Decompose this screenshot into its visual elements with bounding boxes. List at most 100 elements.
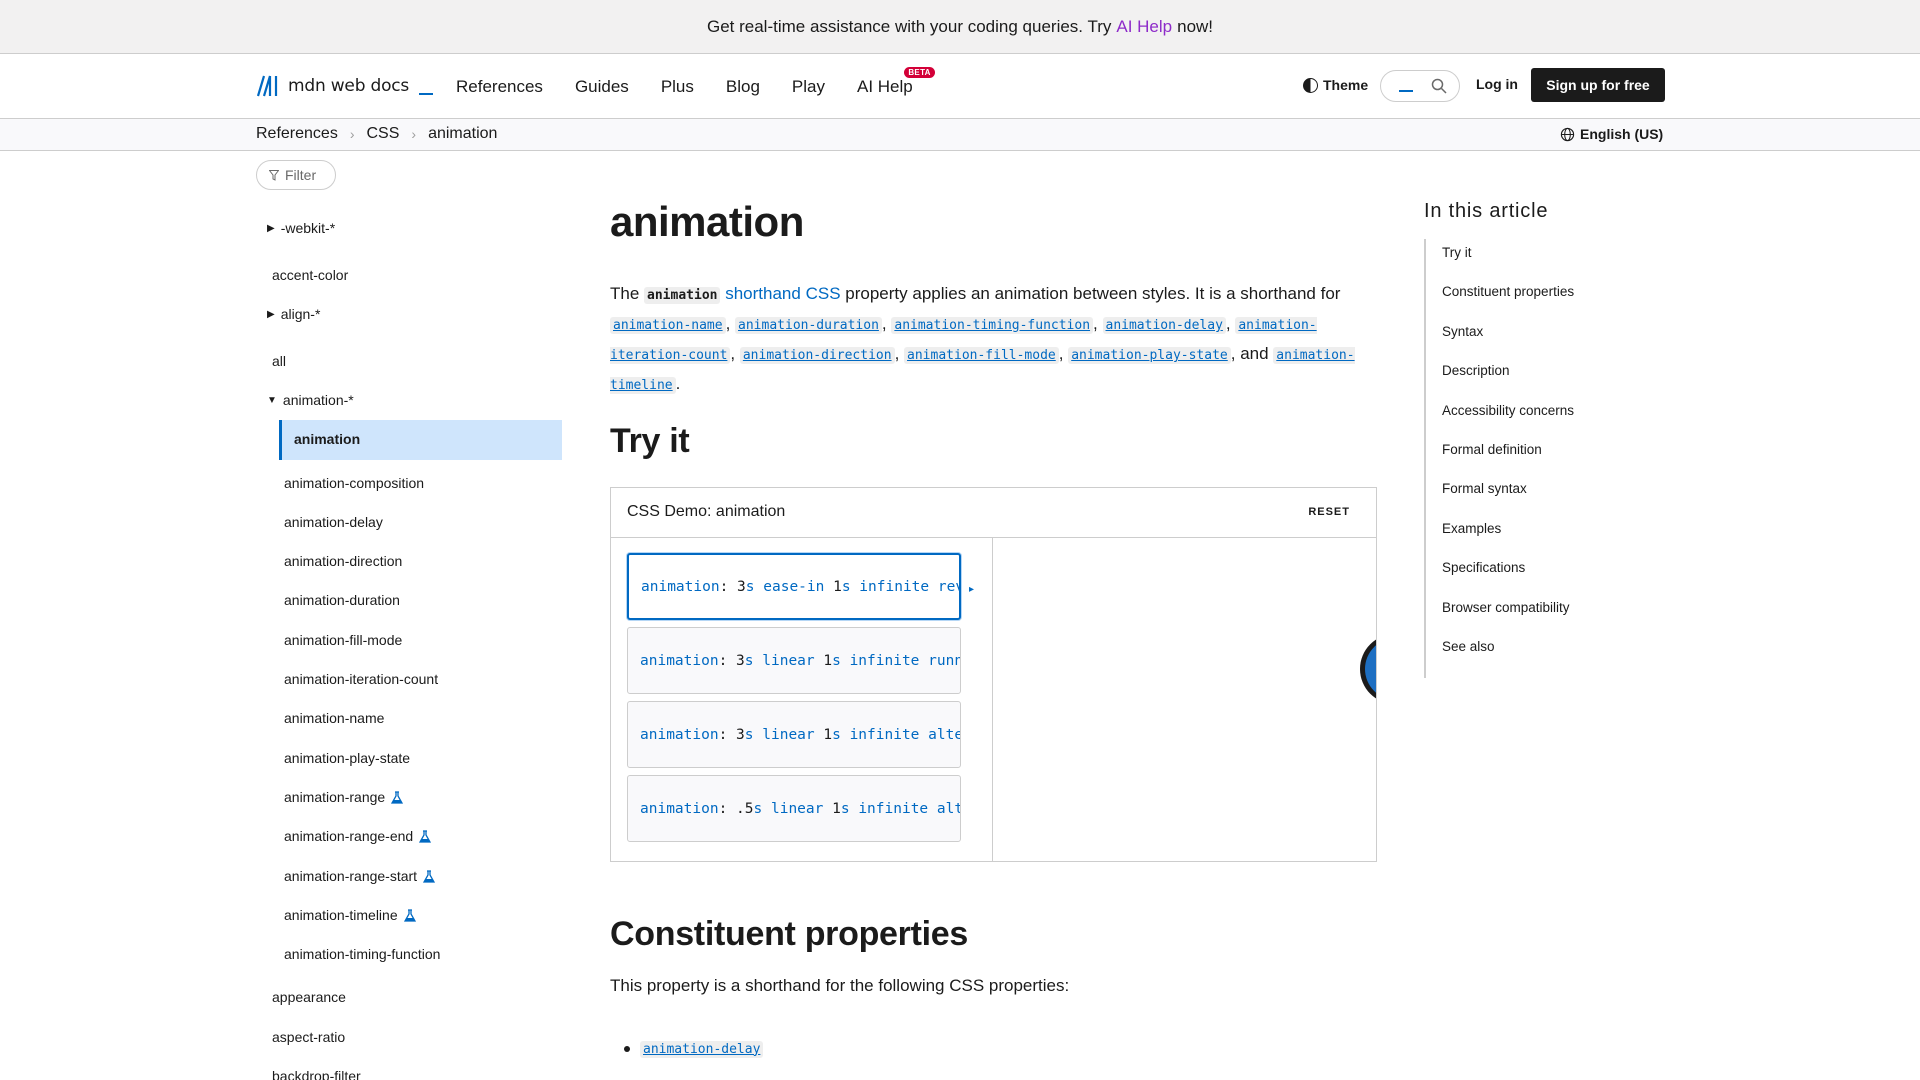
breadcrumb-animation[interactable]: animation (428, 125, 497, 143)
search-cursor (1399, 90, 1413, 92)
sidebar-item-animation-group[interactable]: ▼ animation-* (267, 392, 354, 408)
choice-unit: s (832, 652, 841, 669)
sidebar-item-animation-direction[interactable]: animation-direction (284, 553, 402, 569)
toc-item-browser-compatibility[interactable]: Browser compatibility (1426, 600, 1624, 639)
nav-plus[interactable]: Plus (645, 77, 710, 97)
sidebar-item-animation-timeline[interactable]: animation-timeline (284, 907, 416, 923)
mdn-logo[interactable]: mdn web docs (256, 74, 434, 98)
link-animation-name[interactable]: animation-name (610, 317, 726, 334)
sidebar-item-all[interactable]: all (272, 353, 286, 369)
choice-num: 3 (736, 652, 745, 669)
sidebar-item-animation-range[interactable]: animation-range (284, 789, 404, 805)
sidebar-item-label: animation-range (284, 789, 386, 805)
nav-guides[interactable]: Guides (559, 77, 645, 97)
sidebar-item-animation-iteration-count[interactable]: animation-iteration-count (284, 671, 438, 687)
sidebar-item-animation-delay[interactable]: animation-delay (284, 514, 383, 530)
animated-ball (1360, 634, 1376, 704)
theme-switcher[interactable]: Theme (1303, 77, 1368, 93)
choice-fn: linear (762, 726, 815, 743)
sidebar-item-label: backdrop-filter (272, 1068, 361, 1080)
toc-item-accessibility[interactable]: Accessibility concerns (1426, 403, 1624, 442)
sidebar-item-animation-composition[interactable]: animation-composition (284, 475, 424, 491)
link-animation-delay[interactable]: animation-delay (1102, 317, 1226, 334)
sidebar-item-animation-range-start[interactable]: animation-range-start (284, 868, 436, 884)
demo-choice-1[interactable]: animation: 3s ease-in 1s infinite revers… (627, 553, 961, 620)
sidebar-item-label: animation (294, 431, 361, 447)
sidebar-item-animation[interactable]: animation (294, 431, 360, 447)
css-link[interactable]: CSS (806, 284, 841, 303)
reset-button[interactable]: RESET (1308, 506, 1350, 518)
choice-prop: animation (641, 578, 720, 595)
demo-choice-3[interactable]: animation: 3s linear 1s infinite alterna… (627, 701, 961, 768)
link-animation-play-state[interactable]: animation-play-state (1068, 347, 1231, 364)
choice-num: 3 (737, 578, 746, 595)
toc-item-specifications[interactable]: Specifications (1426, 560, 1624, 599)
demo-choice-2[interactable]: animation: 3s linear 1s infinite running… (627, 627, 961, 694)
choice-prop: animation (640, 726, 719, 743)
sidebar-item-animation-play-state[interactable]: animation-play-state (284, 750, 410, 766)
sidebar-item-animation-name[interactable]: animation-name (284, 710, 384, 726)
link-animation-duration[interactable]: animation-duration (735, 317, 882, 334)
choice-num: 3 (736, 726, 745, 743)
logo-underscore (419, 93, 434, 95)
css-demo-panel: CSS Demo: animation RESET animation: 3s … (610, 487, 1377, 862)
toc-item-formal-syntax[interactable]: Formal syntax (1426, 481, 1624, 520)
caret-right-icon: ▶ (267, 222, 275, 234)
signup-button[interactable]: Sign up for free (1531, 68, 1665, 102)
search-input[interactable] (1380, 70, 1460, 102)
breadcrumb-references[interactable]: References (256, 125, 338, 143)
sidebar-item-animation-duration[interactable]: animation-duration (284, 592, 400, 608)
link-animation-direction[interactable]: animation-direction (739, 347, 895, 364)
demo-output (994, 538, 1376, 861)
beta-badge: BETA (904, 66, 935, 78)
choice-colon: : (718, 652, 737, 669)
sidebar-item-label: animation-timing-function (284, 946, 441, 962)
sidebar-item-label: -webkit-* (280, 220, 336, 236)
language-selector[interactable]: English (US) (1560, 126, 1663, 142)
sidebar-item-backdrop-filter[interactable]: backdrop-filter (272, 1068, 361, 1080)
nav-play[interactable]: Play (776, 77, 841, 97)
search-icon[interactable] (1431, 78, 1447, 94)
sidebar-filter-input[interactable]: Filter (256, 160, 336, 190)
sidebar-item-label: animation-delay (284, 514, 383, 530)
toc-item-formal-definition[interactable]: Formal definition (1426, 442, 1624, 481)
nav-ai-help[interactable]: AI Help BETA (841, 66, 935, 97)
link-animation-timing-function[interactable]: animation-timing-function (891, 317, 1094, 334)
sidebar-item-animation-timing-function[interactable]: animation-timing-function (284, 946, 440, 962)
sidebar-item-appearance[interactable]: appearance (272, 989, 346, 1005)
nav-references[interactable]: References (440, 77, 559, 97)
sidebar-item-align[interactable]: ▶ align-* (267, 306, 320, 322)
choice-unit: s (744, 726, 754, 743)
toc-item-examples[interactable]: Examples (1426, 521, 1624, 560)
choice-rest: infinite running slidein (849, 652, 960, 669)
demo-header: CSS Demo: animation RESET (611, 488, 1376, 538)
breadcrumb-css[interactable]: CSS (367, 125, 400, 143)
demo-choice-4[interactable]: animation: .5s linear 1s infinite altern… (627, 775, 961, 842)
sidebar-item-label: animation-range-end (284, 828, 414, 844)
link-animation-delay-bullet[interactable]: animation-delay (640, 1040, 764, 1058)
mdn-logo-icon (256, 75, 278, 97)
main-nav: References Guides Plus Blog Play AI Help… (440, 54, 935, 119)
toc-item-constituent-properties[interactable]: Constituent properties (1426, 284, 1624, 323)
sidebar-item-webkit[interactable]: ▶ -webkit-* (267, 220, 335, 236)
sidebar-item-label: animation-iteration-count (284, 671, 439, 687)
login-link[interactable]: Log in (1476, 76, 1518, 92)
shorthand-link[interactable]: shorthand (725, 284, 801, 303)
link-animation-fill-mode[interactable]: animation-fill-mode (904, 347, 1059, 364)
sidebar-item-label: animation-* (282, 392, 354, 408)
toc-item-description[interactable]: Description (1426, 363, 1624, 402)
choice-unit: s (753, 800, 763, 817)
toc-item-try-it[interactable]: Try it (1426, 245, 1624, 284)
ai-help-link[interactable]: AI Help (1116, 17, 1172, 37)
list-item: animation-delay (624, 1032, 764, 1066)
choice-rest: infinite alternate slidein (849, 726, 961, 743)
sidebar-item-animation-fill-mode[interactable]: animation-fill-mode (284, 632, 402, 648)
sidebar-item-label: aspect-ratio (272, 1029, 346, 1045)
try-it-heading: Try it (610, 422, 690, 460)
toc-item-syntax[interactable]: Syntax (1426, 324, 1624, 363)
sidebar-item-accent-color[interactable]: accent-color (272, 267, 348, 283)
sidebar-item-animation-range-end[interactable]: animation-range-end (284, 828, 432, 844)
nav-blog[interactable]: Blog (710, 77, 776, 97)
toc-item-see-also[interactable]: See also (1426, 639, 1624, 678)
sidebar-item-aspect-ratio[interactable]: aspect-ratio (272, 1029, 345, 1045)
